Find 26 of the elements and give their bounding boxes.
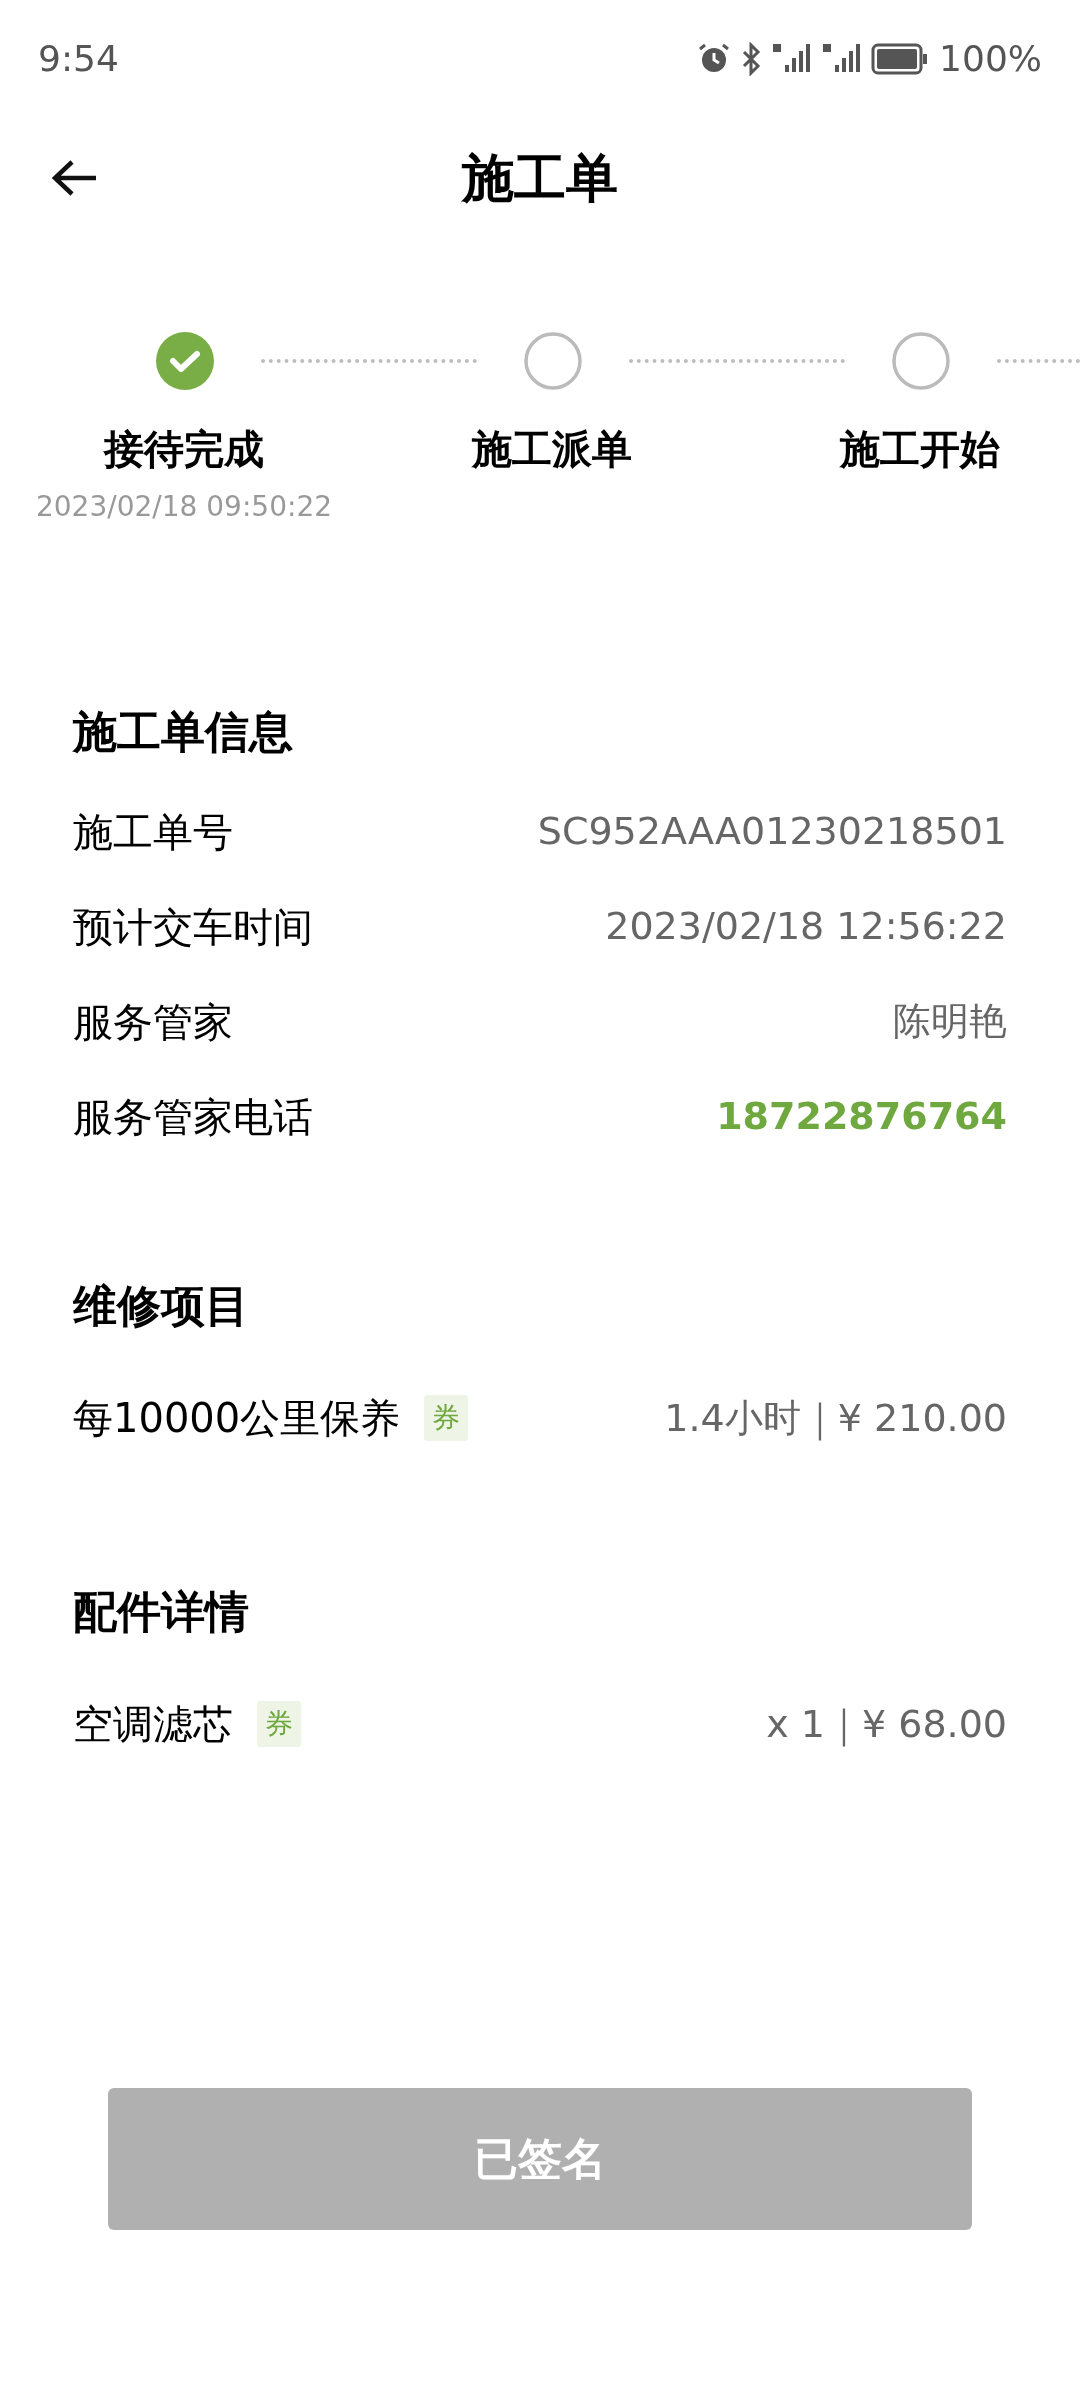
info-label: 预计交车时间 [73, 902, 313, 952]
section-title: 施工单信息 [73, 710, 294, 754]
step-label: 接待完成 [104, 425, 264, 474]
battery-level: 100% [939, 37, 1042, 81]
battery-icon [871, 43, 930, 75]
info-label: 施工单号 [73, 807, 233, 857]
phone-link[interactable]: 18722876764 [716, 1088, 1007, 1145]
bluetooth-icon [741, 42, 762, 76]
step-label: 施工派单 [472, 425, 632, 474]
item-price: 1.4小时｜¥ 210.00 [664, 1394, 1007, 1443]
item-name: 空调滤芯 [73, 1700, 233, 1749]
coupon-tag: 券 [424, 1395, 469, 1441]
item-price: x 1｜¥ 68.00 [766, 1700, 1007, 1749]
info-value: SC952AAA01230218501 [537, 808, 1007, 855]
info-value: 陈明艳 [893, 998, 1007, 1045]
status-time: 9:54 [38, 37, 119, 81]
item-name: 每10000公里保养 [73, 1394, 401, 1443]
step-label: 施工开始 [840, 425, 1000, 474]
page-title: 施工单 [462, 147, 618, 210]
info-label: 服务管家 [73, 997, 233, 1047]
step-time: 2023/02/18 09:50:22 [35, 489, 332, 525]
coupon-tag: 券 [257, 1701, 301, 1747]
section-title: 配件详情 [73, 1590, 250, 1634]
section-title: 维修项目 [73, 1284, 250, 1328]
info-label: 服务管家电话 [73, 1092, 313, 1142]
info-value: 2023/02/18 12:56:22 [605, 903, 1007, 950]
